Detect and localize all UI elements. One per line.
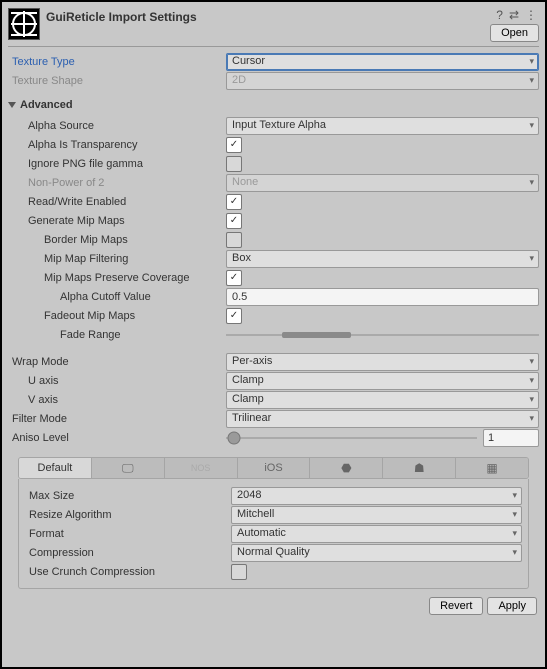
aniso-field[interactable]: 1 (483, 429, 539, 447)
border-mip-checkbox[interactable] (226, 232, 242, 248)
apply-button[interactable]: Apply (487, 597, 537, 615)
ignore-png-gamma-label: Ignore PNG file gamma (8, 158, 226, 170)
crunch-label: Use Crunch Compression (25, 566, 231, 578)
wrap-mode-label: Wrap Mode (8, 356, 226, 368)
console-icon: ⬣ (341, 461, 351, 475)
fade-range-slider[interactable] (226, 328, 539, 342)
footer: Revert Apply (8, 597, 539, 615)
u-axis-dropdown[interactable]: Clamp (226, 372, 539, 390)
fadeout-mip-checkbox[interactable]: ✓ (226, 308, 242, 324)
tab-ps[interactable]: ⬣ (310, 458, 383, 478)
max-size-label: Max Size (25, 490, 231, 502)
ignore-png-gamma-checkbox[interactable] (226, 156, 242, 172)
open-button[interactable]: Open (490, 24, 539, 42)
format-label: Format (25, 528, 231, 540)
tab-nos[interactable]: NOS (165, 458, 238, 478)
max-size-dropdown[interactable]: 2048 (231, 487, 522, 505)
header-buttons: ? ⇄ ⋮ Open (490, 8, 539, 42)
texture-shape-label: Texture Shape (8, 75, 226, 87)
tab-default[interactable]: Default (19, 458, 92, 478)
filter-mode-label: Filter Mode (8, 413, 226, 425)
alpha-cutoff-field[interactable]: 0.5 (226, 288, 539, 306)
resize-algo-dropdown[interactable]: Mitchell (231, 506, 522, 524)
alpha-transparency-checkbox[interactable]: ✓ (226, 137, 242, 153)
texture-type-dropdown[interactable]: Cursor (226, 53, 539, 71)
web-icon: ▦ (486, 461, 497, 475)
resize-algo-label: Resize Algorithm (25, 509, 231, 521)
read-write-checkbox[interactable]: ✓ (226, 194, 242, 210)
foldout-arrow-icon (8, 102, 16, 108)
compression-dropdown[interactable]: Normal Quality (231, 544, 522, 562)
aniso-slider[interactable] (226, 431, 477, 445)
preserve-coverage-label: Mip Maps Preserve Coverage (8, 272, 226, 284)
texture-type-label: Texture Type (8, 56, 226, 68)
tab-android[interactable]: ☗ (383, 458, 456, 478)
advanced-foldout[interactable]: Advanced (8, 96, 539, 114)
tab-web[interactable]: ▦ (456, 458, 528, 478)
alpha-transparency-label: Alpha Is Transparency (8, 139, 226, 151)
asset-thumbnail (8, 8, 40, 40)
alpha-source-label: Alpha Source (8, 120, 226, 132)
help-icon[interactable]: ? (496, 8, 503, 22)
platform-tabs: Default 🖵 NOS iOS ⬣ ☗ ▦ (18, 457, 529, 479)
format-dropdown[interactable]: Automatic (231, 525, 522, 543)
platform-settings: Max Size 2048 Resize Algorithm Mitchell … (18, 479, 529, 589)
aniso-label: Aniso Level (8, 432, 226, 444)
mip-filter-label: Mip Map Filtering (8, 253, 226, 265)
wrap-mode-dropdown[interactable]: Per-axis (226, 353, 539, 371)
fade-range-label: Fade Range (8, 329, 226, 341)
preserve-coverage-checkbox[interactable]: ✓ (226, 270, 242, 286)
alpha-cutoff-label: Alpha Cutoff Value (8, 291, 226, 303)
filter-mode-dropdown[interactable]: Trilinear (226, 410, 539, 428)
tab-ios[interactable]: iOS (238, 458, 311, 478)
inspector-panel: GuiReticle Import Settings ? ⇄ ⋮ Open Te… (0, 0, 547, 669)
revert-button[interactable]: Revert (429, 597, 483, 615)
advanced-header: Advanced (20, 99, 73, 111)
monitor-icon: 🖵 (122, 461, 134, 476)
crunch-checkbox[interactable] (231, 564, 247, 580)
compression-label: Compression (25, 547, 231, 559)
v-axis-dropdown[interactable]: Clamp (226, 391, 539, 409)
menu-icon[interactable]: ⋮ (525, 8, 537, 22)
alpha-source-dropdown[interactable]: Input Texture Alpha (226, 117, 539, 135)
gen-mip-label: Generate Mip Maps (8, 215, 226, 227)
fadeout-mip-label: Fadeout Mip Maps (8, 310, 226, 322)
divider (8, 46, 539, 47)
asset-title: GuiReticle Import Settings (46, 8, 197, 24)
v-axis-label: V axis (8, 394, 226, 406)
npo2-dropdown: None (226, 174, 539, 192)
mip-filter-dropdown[interactable]: Box (226, 250, 539, 268)
u-axis-label: U axis (8, 375, 226, 387)
npo2-label: Non-Power of 2 (8, 177, 226, 189)
gen-mip-checkbox[interactable]: ✓ (226, 213, 242, 229)
tab-standalone[interactable]: 🖵 (92, 458, 165, 478)
texture-shape-dropdown: 2D (226, 72, 539, 90)
read-write-label: Read/Write Enabled (8, 196, 226, 208)
border-mip-label: Border Mip Maps (8, 234, 226, 246)
header: GuiReticle Import Settings ? ⇄ ⋮ Open (8, 8, 539, 42)
android-icon: ☗ (414, 461, 425, 475)
preset-icon[interactable]: ⇄ (509, 8, 519, 22)
